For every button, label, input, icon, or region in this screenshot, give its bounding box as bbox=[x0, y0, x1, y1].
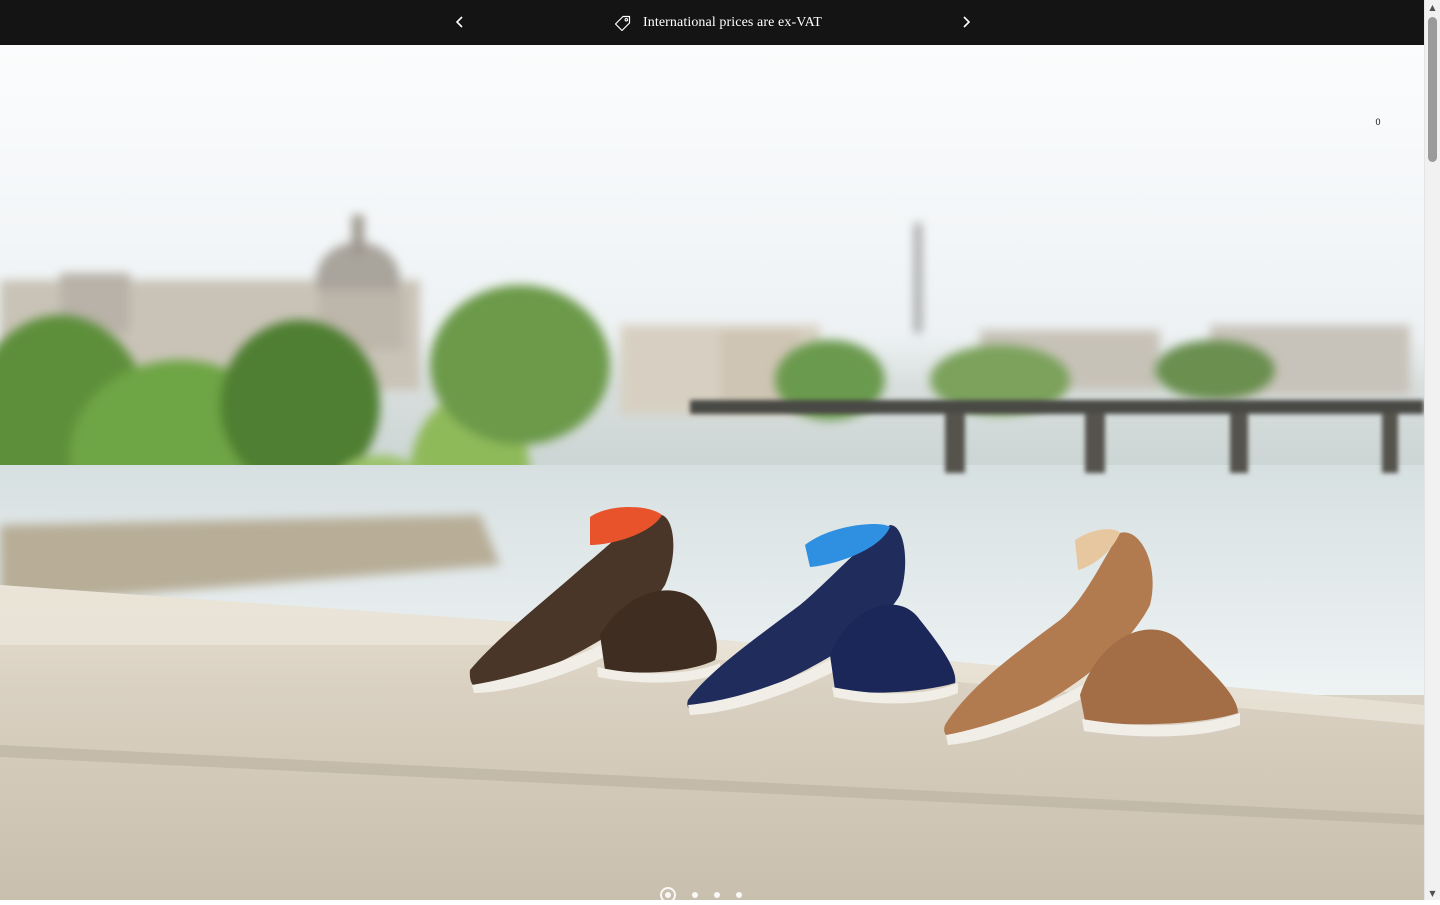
chevron-left-icon bbox=[455, 16, 463, 28]
announcement-message: International prices are ex-VAT bbox=[614, 12, 822, 34]
slide-indicators bbox=[660, 885, 742, 905]
announcement-bar: International prices are ex-VAT bbox=[0, 0, 1424, 45]
hero-banner[interactable]: 0 bbox=[0, 45, 1424, 900]
slide-dot-2[interactable] bbox=[692, 892, 698, 898]
announcement-text: International prices are ex-VAT bbox=[643, 15, 822, 30]
vertical-scrollbar[interactable]: ▲ ▼ bbox=[1424, 0, 1440, 900]
price-tag-icon bbox=[614, 15, 631, 32]
slide-dot-4[interactable] bbox=[736, 892, 742, 898]
slide-dot-1[interactable] bbox=[660, 887, 676, 903]
cart-count[interactable]: 0 bbox=[1372, 117, 1384, 127]
announcement-prev-button[interactable] bbox=[449, 11, 471, 33]
hero-image bbox=[0, 215, 1424, 900]
slide-dot-3[interactable] bbox=[714, 892, 720, 898]
scroll-down-arrow-icon[interactable]: ▼ bbox=[1425, 886, 1440, 900]
chevron-right-icon bbox=[963, 16, 971, 28]
announcement-next-button[interactable] bbox=[955, 11, 977, 33]
scroll-up-arrow-icon[interactable]: ▲ bbox=[1425, 0, 1440, 14]
bridge bbox=[690, 400, 1424, 473]
scrollbar-thumb[interactable] bbox=[1428, 17, 1437, 162]
